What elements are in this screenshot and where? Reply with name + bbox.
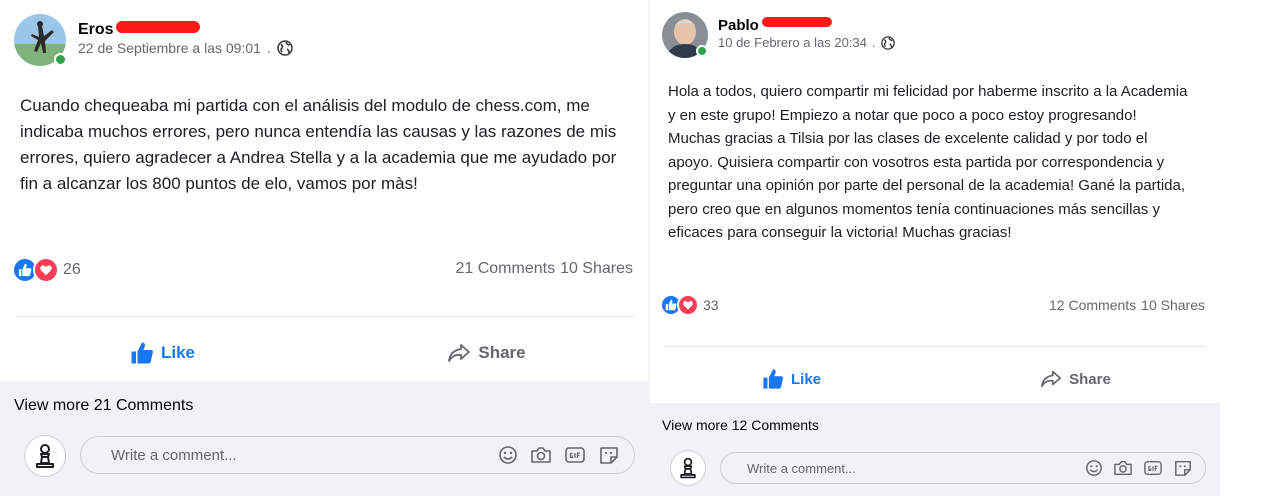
share-label: Share (478, 343, 526, 362)
shares-count-link[interactable]: 10 Shares (560, 260, 633, 278)
post-card-eros: Eros 22 de Septiembre a las 09:01 . Cuan… (0, 0, 648, 496)
engagement-counts: 12 Comments 10 Shares (1049, 297, 1205, 313)
redaction-mark (762, 17, 832, 27)
share-arrow-icon (1041, 370, 1062, 388)
divider (16, 316, 634, 317)
view-more-comments-link[interactable]: View more 12 Comments (662, 417, 819, 433)
thumbs-up-icon (131, 342, 153, 364)
share-label: Share (1069, 370, 1111, 388)
author-avatar[interactable] (662, 12, 708, 58)
reaction-count: 26 (63, 261, 81, 278)
comment-field[interactable] (720, 452, 1206, 484)
comment-tools (498, 445, 620, 465)
share-button[interactable]: Share (950, 360, 1200, 398)
sticker-icon[interactable] (598, 445, 620, 465)
share-button[interactable]: Share (344, 332, 628, 374)
post-meta: 10 de Febrero a las 20:34 . (718, 35, 895, 50)
meta-separator: . (871, 35, 876, 50)
like-button[interactable]: Like (20, 332, 304, 374)
emoji-icon[interactable] (1085, 459, 1103, 477)
comment-field[interactable] (80, 436, 635, 474)
post-timestamp[interactable]: 10 de Febrero a las 20:34 (718, 35, 867, 50)
like-button[interactable]: Like (666, 360, 916, 398)
reaction-summary[interactable]: 33 (660, 294, 719, 316)
globe-icon (880, 35, 895, 50)
thumbs-up-icon (763, 369, 783, 389)
reaction-count: 33 (703, 297, 719, 313)
author-name[interactable]: Eros (78, 21, 114, 39)
online-status-icon (696, 45, 708, 57)
view-more-comments-link[interactable]: View more 21 Comments (14, 397, 193, 415)
share-arrow-icon (448, 344, 471, 362)
pawn-icon (680, 457, 696, 479)
divider (664, 346, 1206, 347)
author-name[interactable]: Pablo (718, 17, 759, 34)
camera-icon[interactable] (1113, 459, 1133, 477)
globe-icon (277, 40, 293, 56)
gif-icon[interactable] (564, 445, 586, 465)
emoji-icon[interactable] (498, 445, 518, 465)
author-avatar[interactable] (14, 14, 67, 66)
redaction-mark (116, 21, 200, 33)
commenter-avatar (670, 450, 706, 486)
comments-count-link[interactable]: 21 Comments (455, 260, 555, 278)
comment-tools (1085, 459, 1193, 477)
commenter-avatar (24, 435, 66, 477)
camera-icon[interactable] (530, 445, 552, 465)
post-body: Cuando chequeaba mi partida con el análi… (20, 96, 617, 193)
like-label: Like (790, 370, 821, 388)
reaction-summary[interactable]: 26 (12, 257, 81, 283)
post-card-pablo: Pablo 10 de Febrero a las 20:34 . Hola a… (650, 0, 1220, 496)
post-timestamp[interactable]: 22 de Septiembre a las 09:01 (78, 40, 261, 56)
comments-count-link[interactable]: 12 Comments (1049, 297, 1136, 313)
shares-count-link[interactable]: 10 Shares (1141, 297, 1205, 313)
gif-icon[interactable] (1143, 459, 1163, 477)
comment-input[interactable] (747, 460, 1085, 476)
sticker-icon[interactable] (1173, 459, 1193, 477)
pawn-icon (36, 444, 54, 468)
like-label: Like (160, 343, 196, 362)
comment-input[interactable] (111, 446, 498, 464)
meta-separator: . (266, 40, 271, 56)
online-status-icon (54, 53, 67, 66)
engagement-counts: 21 Comments 10 Shares (455, 260, 633, 278)
post-meta: 22 de Septiembre a las 09:01 . (78, 40, 293, 56)
love-reaction-icon (677, 294, 699, 316)
love-reaction-icon (33, 257, 59, 283)
post-body: Hola a todos, quiero compartir mi felici… (668, 83, 1188, 241)
